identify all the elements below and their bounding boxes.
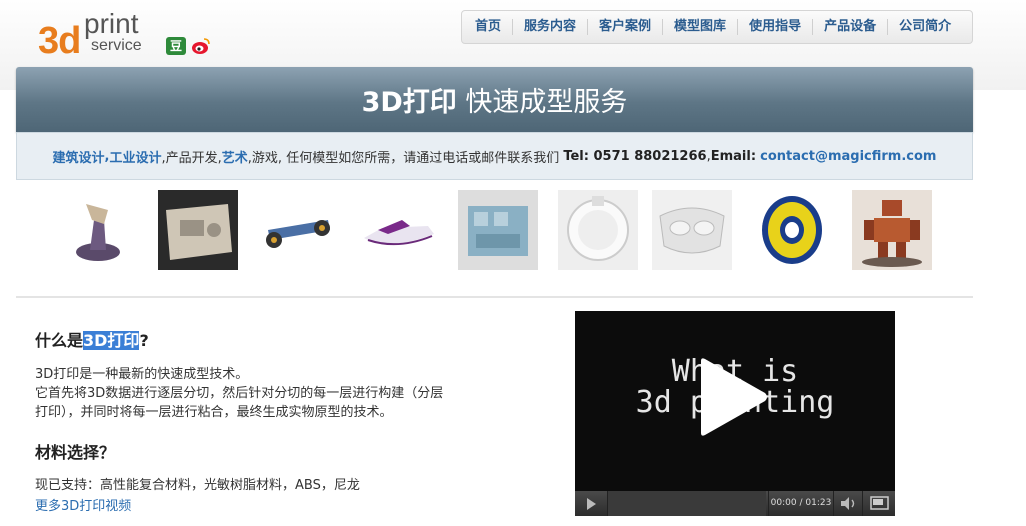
douban-icon[interactable]: 豆 <box>166 37 186 55</box>
thumb-joystick-model[interactable] <box>58 190 138 270</box>
banner-title-rest: 快速成型服务 <box>456 87 628 118</box>
thumbnail-strip <box>0 190 1026 272</box>
logo[interactable]: 3d print service <box>38 8 158 62</box>
contact-text-1: ,产品开发, <box>161 150 222 166</box>
nav-services[interactable]: 服务内容 <box>513 19 589 35</box>
intro-line-2: 它首先将3D数据进行逐层分切，然后针对分切的每一层进行构建（分层 <box>35 386 444 401</box>
heading-selected-text: 3D打印 <box>83 331 140 350</box>
more-videos-link[interactable]: 更多3D打印视频 <box>35 495 131 514</box>
heading-what-is-prefix: 什么是 <box>35 331 84 350</box>
materials-text: 现已支持：高性能复合材料，光敏树脂材料，ABS，尼龙 <box>35 478 360 493</box>
thumb-face-mask[interactable] <box>652 190 732 270</box>
logo-print: print <box>84 8 139 39</box>
fullscreen-icon[interactable] <box>862 491 896 516</box>
weibo-icon[interactable] <box>191 37 211 55</box>
nav-gallery[interactable]: 模型图库 <box>663 19 739 35</box>
contact-email-label: Email: <box>710 148 757 164</box>
control-play-button[interactable] <box>575 491 608 516</box>
heading-what-is-suffix: ? <box>139 331 149 350</box>
intro-line-1: 3D打印是一种最新的快速成型技术。 <box>35 367 249 382</box>
volume-icon[interactable] <box>833 491 862 516</box>
hero-banner: 3D打印 快速成型服务 <box>16 67 973 132</box>
heading-what-is: 什么是3D打印? <box>35 327 149 351</box>
contact-email-link[interactable]: contact@magicfirm.com <box>760 149 936 164</box>
intro-line-3: 打印），并同时将每一层进行粘合，最终生成实物原型的技术。 <box>35 405 393 420</box>
nav-guide[interactable]: 使用指导 <box>738 19 814 35</box>
video-player[interactable]: What is 3d printing 00:00 / 01:23 <box>575 311 895 516</box>
section-divider <box>16 296 973 298</box>
thumb-jet-ski[interactable] <box>358 190 438 270</box>
video-controls: 00:00 / 01:23 <box>575 491 895 516</box>
keyword-art: 艺术 <box>221 150 248 166</box>
banner-title: 3D打印 快速成型服务 <box>362 80 628 119</box>
nav-home[interactable]: 首页 <box>464 19 514 35</box>
heading-materials: 材料选择？ <box>35 443 116 462</box>
thumb-white-ring-part[interactable] <box>558 190 638 270</box>
banner-title-bold: 3D打印 <box>361 87 457 118</box>
thumb-car-chassis[interactable] <box>258 190 338 270</box>
thumb-engine-block[interactable] <box>458 190 538 270</box>
nav-equipment[interactable]: 产品设备 <box>813 19 889 35</box>
contact-strip: 建筑设计, 工业设计 ,产品开发, 艺术 ,游戏, 任何模型如您所需，请通过电话或邮件… <box>16 132 973 180</box>
nav-about[interactable]: 公司简介 <box>888 19 962 35</box>
logo-service: service <box>91 37 142 54</box>
thumb-robot-figure[interactable] <box>852 190 932 270</box>
main-nav: 首页 服务内容 客户案例 模型图库 使用指导 产品设备 公司简介 <box>461 10 973 44</box>
contact-text-2: ,游戏, 任何模型如您所需，请通过电话或邮件联系我们 <box>247 150 560 166</box>
play-icon[interactable] <box>697 357 769 437</box>
thumb-yellow-wheel[interactable] <box>752 190 832 270</box>
video-time: 00:00 / 01:23 <box>768 491 833 516</box>
video-progress-bar[interactable] <box>608 491 766 516</box>
nav-cases[interactable]: 客户案例 <box>588 19 664 35</box>
logo-3d: 3d <box>38 20 81 62</box>
thumb-mold-part[interactable] <box>158 190 238 270</box>
intro-paragraph: 3D打印是一种最新的快速成型技术。 它首先将3D数据进行逐层分切，然后针对分切的… <box>35 365 443 422</box>
keyword-architecture: 建筑设计 <box>52 150 105 166</box>
contact-tel: Tel: 0571 88021266 <box>563 148 707 164</box>
keyword-industrial: 工业设计 <box>109 150 162 166</box>
